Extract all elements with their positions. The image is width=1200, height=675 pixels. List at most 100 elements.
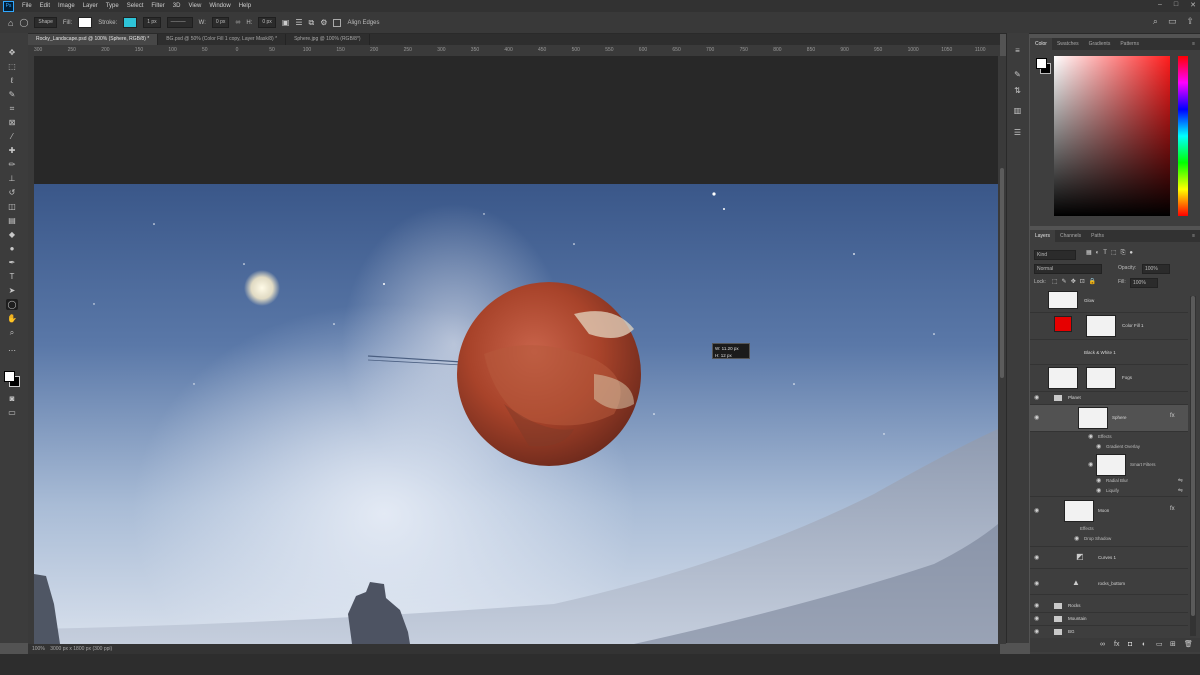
delete-layer-icon[interactable]: 🗑	[1184, 638, 1193, 652]
crop-tool-icon[interactable]: ⌗	[6, 103, 18, 114]
menu-3d[interactable]: 3D	[169, 3, 185, 9]
stroke-swatch[interactable]	[123, 17, 138, 28]
height-input[interactable]: 0 px	[258, 17, 276, 28]
healing-brush-icon[interactable]: ✚	[6, 145, 18, 156]
type-tool-icon[interactable]: T	[6, 271, 18, 282]
add-style-icon[interactable]: fx	[1114, 638, 1119, 652]
tab-layers[interactable]: Layers	[1030, 230, 1056, 242]
smart-filters-row[interactable]: ◉ Smart Filters	[1030, 452, 1188, 476]
layers-panel-menu-icon[interactable]: ≡	[1187, 230, 1200, 242]
layer-row[interactable]: ◉ ◩ Curves 1	[1030, 548, 1188, 569]
tab-channels[interactable]: Channels	[1055, 230, 1086, 242]
maximize-icon[interactable]: □	[1174, 1, 1178, 9]
new-layer-icon[interactable]: ⊞	[1170, 638, 1176, 652]
visibility-eye-icon[interactable]: ◉	[1034, 395, 1042, 401]
brush-settings-icon[interactable]: ✎	[1012, 69, 1023, 80]
link-layers-icon[interactable]: ∞	[1100, 638, 1105, 652]
tab-color[interactable]: Color	[1030, 38, 1052, 50]
layers-scrollbar[interactable]	[1190, 296, 1196, 636]
effect-row[interactable]: ◉ Drop Shadow	[1030, 534, 1188, 547]
new-adjustment-icon[interactable]: ◐	[1142, 638, 1146, 652]
history-brush-icon[interactable]: ↺	[6, 187, 18, 198]
share-icon[interactable]: ⇪	[1186, 16, 1194, 27]
fill-input[interactable]: 100%	[1130, 278, 1158, 288]
screen-mode-icon[interactable]: ▭	[6, 407, 18, 418]
menu-filter[interactable]: Filter	[147, 3, 168, 9]
canvas-scrollbar[interactable]	[998, 56, 1006, 644]
align-edges-checkbox[interactable]	[333, 18, 342, 27]
add-mask-icon[interactable]: ◘	[1128, 638, 1132, 652]
visibility-eye-icon[interactable]: ◉	[1088, 434, 1096, 440]
stroke-width-input[interactable]: 1 px	[143, 17, 161, 28]
adjustments-icon[interactable]: ⇅	[1012, 85, 1023, 96]
minimize-icon[interactable]: –	[1158, 1, 1162, 9]
layer-row[interactable]: Color Fill 1	[1030, 313, 1188, 340]
visibility-eye-icon[interactable]: ◉	[1096, 478, 1104, 484]
layer-kind-filter[interactable]: Kind	[1034, 250, 1076, 260]
path-operations-icon[interactable]: ▣	[282, 18, 290, 27]
layer-row[interactable]: ◉ Moon fx	[1030, 498, 1188, 524]
gradient-tool-icon[interactable]: ▤	[6, 215, 18, 226]
layer-row[interactable]: Fogs	[1030, 365, 1188, 392]
visibility-eye-icon[interactable]: ◉	[1096, 444, 1104, 450]
new-group-icon[interactable]: ▭	[1156, 638, 1163, 652]
ellipse-tool-icon[interactable]: ◯	[6, 299, 18, 310]
link-icon[interactable]: ∞	[235, 19, 240, 26]
effects-row[interactable]: Effects	[1030, 524, 1188, 534]
opacity-input[interactable]: 100%	[1142, 264, 1170, 274]
tab-bg[interactable]: BG.psd @ 50% (Color Fill 1 copy, Layer M…	[158, 34, 287, 45]
quick-select-tool-icon[interactable]: ✎	[6, 89, 18, 100]
tab-sphere[interactable]: Sphere.jpg @ 100% (RGB/8*)	[286, 34, 370, 45]
visibility-eye-icon[interactable]: ◉	[1034, 629, 1042, 635]
visibility-eye-icon[interactable]: ◉	[1034, 581, 1042, 587]
width-input[interactable]: 0 px	[211, 17, 230, 28]
layer-group-row[interactable]: ◉ Planet	[1030, 392, 1188, 405]
pen-tool-icon[interactable]: ✒	[6, 257, 18, 268]
libraries-icon[interactable]: ▥	[1012, 105, 1023, 116]
close-icon[interactable]: ✕	[1190, 1, 1196, 9]
menu-help[interactable]: Help	[235, 3, 255, 9]
lock-icons[interactable]: ⬚✎✥⊡🔒	[1052, 278, 1100, 285]
layer-row-selected[interactable]: ◉ Sphere fx	[1030, 405, 1188, 432]
zoom-tool-icon[interactable]: ⌕	[6, 327, 18, 338]
saturation-brightness-field[interactable]	[1054, 56, 1170, 216]
filter-options-icon[interactable]: ⇋	[1178, 487, 1183, 494]
visibility-eye-icon[interactable]: ◉	[1034, 555, 1042, 561]
layer-group-row[interactable]: ◉ Mountain	[1030, 613, 1188, 626]
path-arrangement-icon[interactable]: ⧉	[309, 18, 315, 28]
layer-group-row[interactable]: ◉ Rocks	[1030, 600, 1188, 613]
clone-stamp-icon[interactable]: ⊥	[6, 173, 18, 184]
zoom-level[interactable]: 100%	[32, 646, 45, 652]
ellipse-tool-preset-icon[interactable]: ◯	[19, 18, 28, 27]
menu-view[interactable]: View	[184, 3, 205, 9]
menu-file[interactable]: File	[18, 3, 36, 9]
menu-image[interactable]: Image	[54, 3, 79, 9]
edit-toolbar-icon[interactable]: ⋯	[6, 345, 18, 356]
visibility-eye-icon[interactable]: ◉	[1034, 603, 1042, 609]
effect-row[interactable]: ◉ Gradient Overlay	[1030, 442, 1188, 452]
effects-row[interactable]: ◉ Effects	[1030, 432, 1188, 442]
lasso-tool-icon[interactable]: ℓ	[6, 75, 18, 86]
tab-rocky-landscape[interactable]: Rocky_Landscape.psd @ 100% (Sphere, RGB/…	[28, 34, 159, 45]
menu-layer[interactable]: Layer	[79, 3, 102, 9]
foreground-color-swatch[interactable]	[4, 371, 15, 382]
menu-edit[interactable]: Edit	[36, 3, 54, 9]
tab-gradients[interactable]: Gradients	[1084, 38, 1116, 50]
layer-filter-icons[interactable]: ▦◐T⬚⎘●	[1086, 249, 1137, 257]
blend-mode-select[interactable]: Normal	[1034, 264, 1102, 274]
settings-gear-icon[interactable]: ⚙	[320, 18, 327, 27]
stroke-type-select[interactable]: ———	[166, 17, 193, 28]
home-icon[interactable]: ⌂	[8, 18, 13, 28]
fill-swatch[interactable]	[78, 17, 93, 28]
marquee-tool-icon[interactable]: ⬚	[6, 61, 18, 72]
menu-select[interactable]: Select	[123, 3, 148, 9]
tab-swatches[interactable]: Swatches	[1052, 38, 1084, 50]
history-icon[interactable]: ☰	[1012, 127, 1023, 138]
path-select-tool-icon[interactable]: ➤	[6, 285, 18, 296]
eyedropper-tool-icon[interactable]: ⁄	[6, 131, 18, 142]
move-tool-icon[interactable]: ✥	[6, 47, 18, 58]
tab-paths[interactable]: Paths	[1086, 230, 1109, 242]
filter-options-icon[interactable]: ⇋	[1178, 477, 1183, 484]
visibility-eye-icon[interactable]: ◉	[1034, 508, 1042, 514]
frame-tool-icon[interactable]: ⊠	[6, 117, 18, 128]
